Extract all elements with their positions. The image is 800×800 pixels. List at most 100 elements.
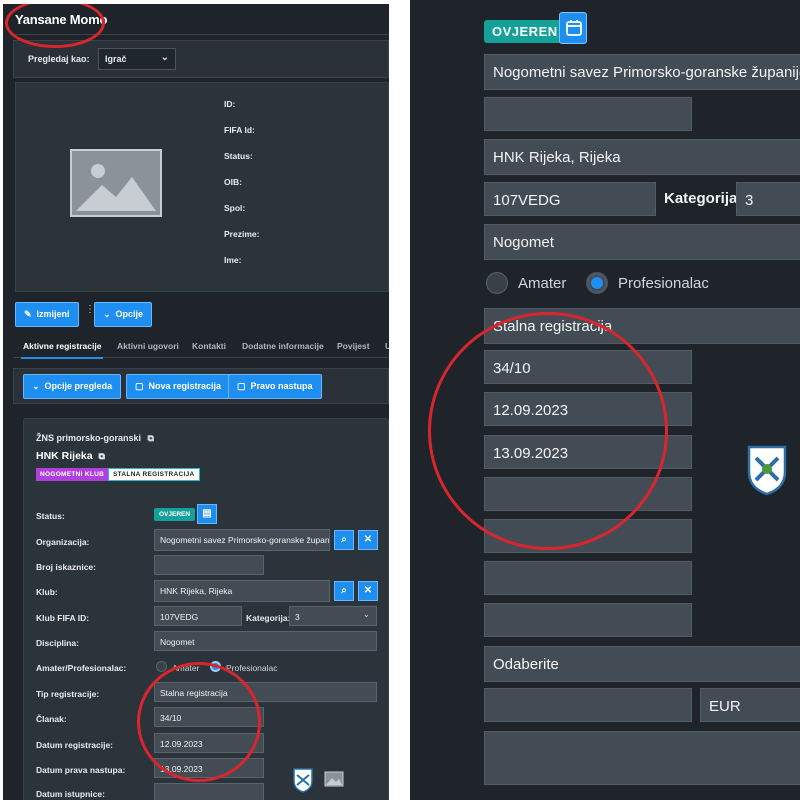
club-fifa-id-field[interactable]: 107VEDG	[154, 606, 242, 626]
club-field[interactable]: HNK Rijeka, Rijeka	[154, 580, 330, 602]
club-crest-icon	[293, 768, 313, 793]
category-select[interactable]: 3 ⌄	[289, 606, 377, 626]
reg-type-field[interactable]: Stalna registracija	[484, 308, 800, 344]
tab-bar: Aktivne registracije Aktivni ugovori Kon…	[13, 336, 389, 359]
category-select[interactable]: 3	[736, 182, 800, 216]
status-label: Status:	[224, 151, 253, 161]
empty-field-3[interactable]	[484, 603, 692, 637]
file-icon: ▢	[135, 381, 144, 391]
tab-additional-info[interactable]: Dodatne informacije	[242, 341, 324, 351]
club-fifa-id-field[interactable]: 107VEDG	[484, 182, 656, 216]
calendar-icon[interactable]: ▤	[197, 504, 217, 524]
category-label: Kategorija:	[246, 613, 291, 623]
reg-type-field[interactable]: Stalna registracija	[154, 682, 377, 702]
amateur-radio[interactable]	[156, 661, 167, 672]
left-screenshot-panel: Yansane Momo Pregledaj kao: Igrač ⌄ ID: …	[3, 4, 389, 800]
chevron-down-icon: ⌄	[103, 309, 111, 319]
discipline-field[interactable]: Nogomet	[154, 631, 377, 651]
professional-radio-label: Profesionalac	[226, 663, 278, 673]
tab-more[interactable]: U	[385, 341, 389, 351]
club-header[interactable]: HNK Rijeka ⧉	[36, 450, 105, 462]
view-options-label: Opcije pregleda	[44, 381, 113, 391]
discipline-field[interactable]: Nogomet	[484, 224, 800, 260]
divider	[13, 34, 389, 35]
card-number-field[interactable]	[484, 97, 692, 131]
discipline-label: Disciplina:	[36, 638, 79, 648]
reg-date-field[interactable]: 12.09.2023	[484, 392, 692, 426]
close-icon[interactable]: ✕	[358, 530, 378, 550]
tab-contacts[interactable]: Kontakti	[192, 341, 226, 351]
exit-date-field[interactable]	[154, 783, 264, 800]
amateur-radio-label: Amater	[172, 663, 200, 673]
organization-label: Organizacija:	[36, 537, 90, 547]
player-info-card: ID: FIFA Id: Status: OIB: Spol: Prezime:…	[15, 82, 389, 292]
tab-active-registrations[interactable]: Aktivne registracije	[20, 341, 104, 359]
organization-field[interactable]: Nogometni savez Primorsko-goranske župan…	[484, 54, 800, 90]
play-date-field[interactable]: 13.09.2023	[154, 758, 264, 778]
right-zoom-panel: OVJEREN Nogometni savez Primorsko-gorans…	[410, 0, 800, 800]
calendar-icon[interactable]	[559, 12, 587, 44]
new-registration-label: Nova registracija	[148, 381, 222, 391]
play-right-button[interactable]: ▢ Pravo nastupa	[228, 374, 322, 399]
empty-field-2[interactable]	[484, 561, 692, 595]
view-as-select[interactable]: Igrač ⌄	[98, 48, 176, 70]
category-label: Kategorija:	[664, 190, 743, 207]
exit-date-field[interactable]	[484, 477, 692, 511]
view-as-bar: Pregledaj kao: Igrač ⌄	[13, 40, 389, 78]
reg-date-field[interactable]: 12.09.2023	[154, 733, 264, 753]
annotation-circle-zoom	[428, 312, 668, 550]
organization-header-text: ŽNS primorsko-goranski	[36, 433, 142, 443]
card-number-label: Broj iskaznice:	[36, 562, 96, 572]
amateur-radio[interactable]	[486, 272, 508, 294]
club-label: Klub:	[36, 587, 58, 597]
amateur-pro-label: Amater/Profesionalac:	[36, 663, 127, 673]
play-date-field[interactable]: 13.09.2023	[484, 435, 692, 469]
view-options-button[interactable]: ⌄ Opcije pregleda	[23, 374, 122, 399]
edit-button[interactable]: ✎ Izmijeni	[15, 302, 79, 327]
amount-field[interactable]	[484, 688, 692, 722]
organization-header[interactable]: ŽNS primorsko-goranski ⧉	[36, 433, 154, 444]
organization-field[interactable]: Nogometni savez Primorsko-goranske župan…	[154, 529, 330, 551]
article-label: Članak:	[36, 714, 67, 724]
close-icon[interactable]: ✕	[358, 581, 378, 601]
chevron-down-icon: ⌄	[160, 52, 169, 63]
external-link-icon[interactable]: ⧉	[99, 451, 105, 461]
article-field[interactable]: 34/10	[484, 350, 692, 384]
gender-label: Spol:	[224, 203, 246, 213]
view-as-label: Pregledaj kao:	[28, 54, 90, 64]
oib-label: OIB:	[224, 177, 242, 187]
currency-field[interactable]: EUR	[700, 688, 800, 722]
status-badge: OVJEREN	[154, 508, 196, 521]
club-field[interactable]: HNK Rijeka, Rijeka	[484, 139, 800, 175]
card-number-field[interactable]	[154, 555, 264, 575]
new-registration-button[interactable]: ▢ Nova registracija	[126, 374, 231, 399]
status-label: Status:	[36, 511, 65, 521]
club-fifa-id-label: Klub FIFA ID:	[36, 613, 90, 623]
empty-field-1[interactable]	[484, 519, 692, 553]
registration-card: ŽNS primorsko-goranski ⧉ HNK Rijeka ⧉ NO…	[23, 418, 389, 800]
select-dropdown[interactable]: Odaberite	[484, 646, 800, 682]
professional-radio[interactable]	[210, 661, 221, 672]
external-link-icon[interactable]: ⧉	[148, 433, 154, 443]
amateur-radio-label: Amater	[518, 275, 567, 292]
article-field[interactable]: 34/10	[154, 707, 264, 727]
search-icon[interactable]: ⌕	[334, 530, 354, 550]
tab-active-contracts[interactable]: Aktivni ugovori	[117, 341, 179, 351]
fifa-id-label: FIFA Id:	[224, 125, 255, 135]
professional-radio[interactable]	[586, 272, 608, 294]
pencil-icon: ✎	[24, 309, 32, 319]
club-type-badge: NOGOMETNI KLUB	[36, 468, 109, 481]
notes-field[interactable]	[484, 731, 800, 785]
search-icon[interactable]: ⌕	[334, 581, 354, 601]
professional-radio-label: Profesionalac	[618, 275, 709, 292]
options-button[interactable]: ⌄ Opcije	[94, 302, 153, 327]
chevron-down-icon: ⌄	[32, 381, 40, 391]
registration-type-badge: STALNA REGISTRACIJA	[108, 468, 200, 481]
reg-type-label: Tip registracije:	[36, 689, 100, 699]
image-placeholder-icon	[70, 149, 162, 217]
player-info-labels: ID: FIFA Id: Status: OIB: Spol: Prezime:…	[224, 99, 259, 281]
file-icon: ▢	[237, 381, 246, 391]
club-crest-icon	[747, 445, 787, 496]
play-date-label: Datum prava nastupa:	[36, 765, 126, 775]
tab-history[interactable]: Povijest	[337, 341, 370, 351]
